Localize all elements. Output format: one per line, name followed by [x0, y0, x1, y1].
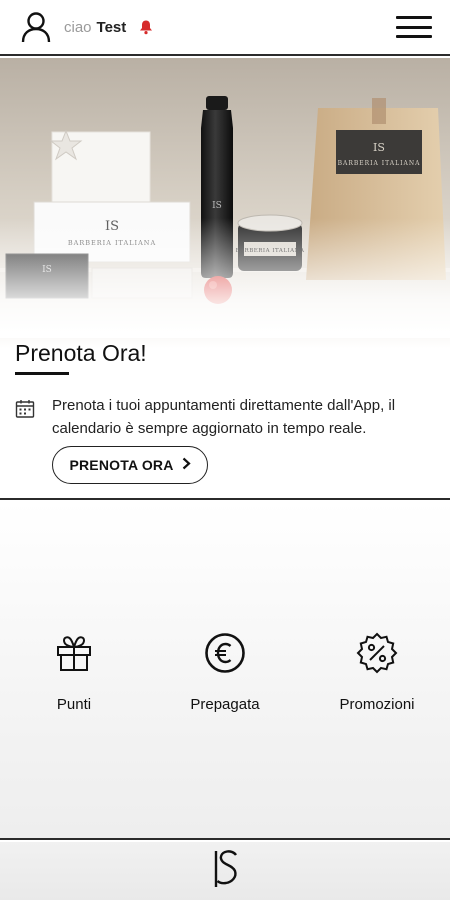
title-underline — [15, 372, 69, 375]
chevron-right-icon — [182, 457, 191, 473]
top-bar: ciao Test — [0, 0, 450, 56]
features-section: Punti Prepagata Promozioni — [0, 502, 450, 840]
gift-icon — [53, 632, 95, 674]
hero-section: IS BARBERIA ITALIANA IS IS BARBERIA ITAL… — [0, 58, 450, 500]
bell-icon[interactable] — [138, 18, 156, 36]
footer — [0, 842, 450, 900]
feature-punti[interactable]: Punti — [9, 632, 139, 713]
svg-text:BARBERIA ITALIANA: BARBERIA ITALIANA — [338, 160, 421, 167]
svg-text:IS: IS — [373, 141, 385, 154]
menu-line — [396, 35, 432, 38]
greeting-text: ciao — [64, 18, 92, 36]
hero-fade — [0, 218, 450, 338]
feature-label: Promozioni — [339, 696, 415, 713]
menu-icon[interactable] — [396, 13, 432, 41]
booking-description: Prenota i tuoi appuntamenti direttamente… — [52, 397, 396, 437]
menu-line — [396, 16, 432, 19]
brand-logo[interactable] — [210, 849, 240, 894]
euro-icon — [204, 632, 246, 674]
prenota-ora-button[interactable]: PRENOTA ORA — [52, 446, 208, 484]
page-title: Prenota Ora! — [15, 340, 147, 366]
calendar-icon — [15, 399, 35, 419]
percent-badge-icon — [356, 632, 398, 674]
svg-text:IS: IS — [212, 201, 222, 211]
feature-label: Prepagata — [190, 696, 260, 713]
username: Test — [96, 18, 127, 36]
feature-promozioni[interactable]: Promozioni — [312, 632, 442, 713]
feature-prepagata[interactable]: Prepagata — [160, 632, 290, 713]
greeting: ciao Test — [64, 19, 126, 36]
feature-label: Punti — [56, 696, 92, 713]
prenota-ora-label: PRENOTA ORA — [69, 457, 174, 473]
user-icon[interactable] — [18, 9, 54, 45]
menu-line — [396, 25, 432, 29]
